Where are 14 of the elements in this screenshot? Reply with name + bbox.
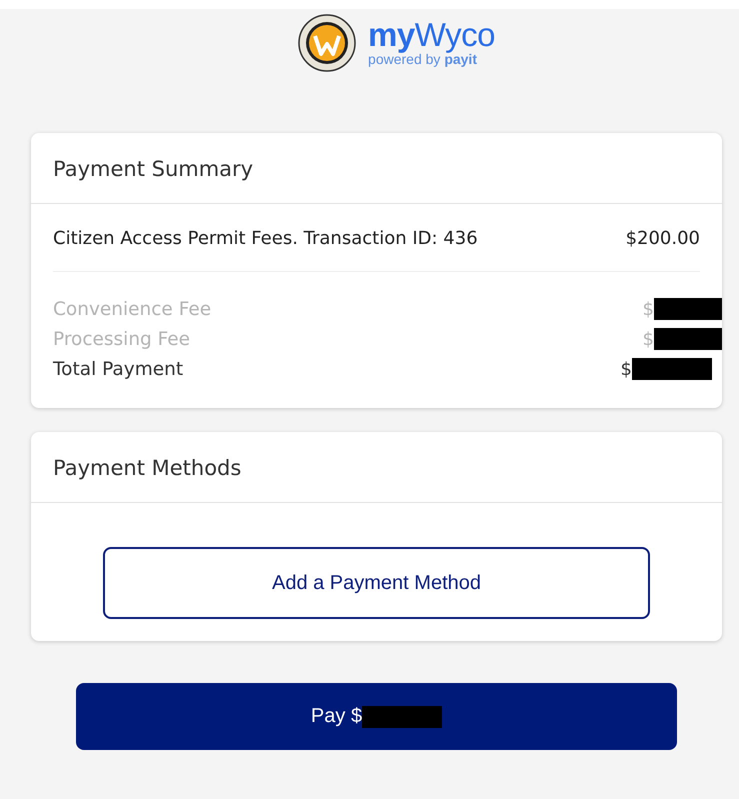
fee-amount: $	[642, 328, 654, 350]
fee-label: Processing Fee	[53, 328, 190, 350]
card-title: Payment Summary	[53, 157, 254, 181]
fee-label: Convenience Fee	[53, 298, 212, 320]
item-amount: $200.00	[626, 228, 700, 249]
total-label: Total Payment	[53, 358, 184, 380]
fee-amount: $	[642, 298, 654, 320]
brand-name: myWyco	[368, 18, 495, 52]
total-amount: $	[620, 358, 632, 380]
add-payment-method-button[interactable]: Add a Payment Method	[103, 547, 650, 619]
card-title: Payment Methods	[53, 456, 242, 480]
seal-logo-icon	[298, 14, 356, 72]
item-description: Citizen Access Permit Fees. Transaction ID: 436	[53, 228, 478, 249]
pay-button[interactable]: Pay $	[76, 683, 677, 750]
